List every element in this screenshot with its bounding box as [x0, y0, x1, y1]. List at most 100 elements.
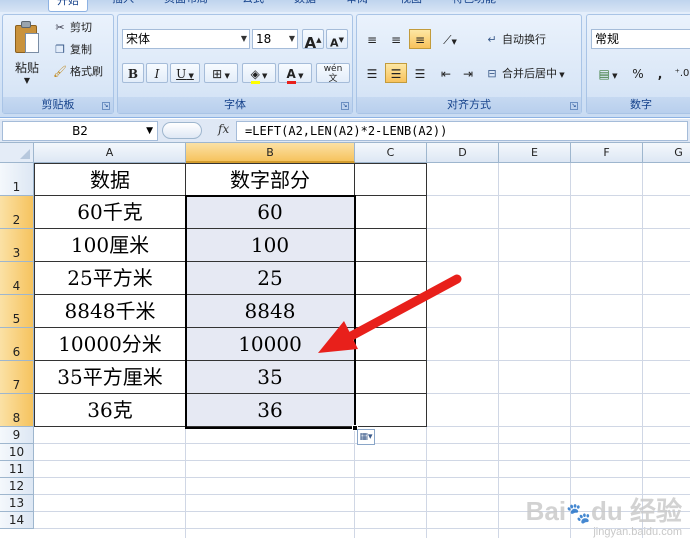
column-header-d[interactable]: D [427, 143, 499, 163]
cell-c8[interactable] [355, 394, 427, 427]
cell-c1[interactable] [355, 163, 427, 196]
align-middle-icon[interactable]: ≡ [385, 29, 407, 49]
column-header-c[interactable]: C [355, 143, 427, 163]
wrap-text-icon: ↵ [487, 33, 497, 46]
underline-button[interactable]: U ▼ [170, 63, 200, 83]
cell-c2[interactable] [355, 196, 427, 229]
cell-b7[interactable]: 35 [186, 361, 355, 394]
cell-a1[interactable]: 数据 [34, 163, 186, 196]
tab-home[interactable]: 开始 [48, 0, 88, 12]
formula-input[interactable]: =LEFT(A2,LEN(A2)*2-LENB(A2)) [236, 121, 688, 141]
row-header-6[interactable]: 6 [0, 328, 34, 361]
merge-center-button[interactable]: ⊟ 合并后居中 ▼ [485, 65, 564, 83]
cell-a6[interactable]: 10000分米 [34, 328, 186, 361]
row-header-2[interactable]: 2 [0, 196, 34, 229]
alignment-group-label: 对齐方式 [357, 97, 581, 113]
font-name-value: 宋体 [126, 32, 151, 46]
align-bottom-icon[interactable]: ≡ [409, 29, 431, 49]
alignment-launcher-icon[interactable]: ↘ [570, 102, 578, 110]
paste-button[interactable]: 粘贴 ▼ [7, 19, 47, 91]
format-painter-button[interactable]: 🖌 格式刷 [53, 63, 103, 81]
grow-font-button[interactable]: A▲ [302, 29, 324, 52]
scissors-icon: ✂ [55, 21, 65, 34]
font-name-select[interactable]: 宋体 ▼ [122, 29, 250, 49]
orientation-icon: ⟋ [443, 33, 452, 47]
shrink-font-button[interactable]: A▼ [326, 29, 348, 50]
currency-button[interactable]: ▤ ▼ [591, 63, 625, 83]
number-format-select[interactable]: 常规 [591, 29, 690, 49]
row-header-9[interactable]: 9 [0, 427, 34, 444]
tab-formulas[interactable]: 公式 [242, 0, 264, 12]
copy-button[interactable]: ❐ 复制 [53, 41, 92, 59]
bold-button[interactable]: B [122, 63, 144, 83]
clipboard-launcher-icon[interactable]: ↘ [102, 102, 110, 110]
cell-b8[interactable]: 36 [186, 394, 355, 427]
tab-page-layout[interactable]: 页面布局 [164, 0, 208, 12]
row-header-11[interactable]: 11 [0, 461, 34, 478]
column-header-b[interactable]: B [186, 143, 355, 163]
cell-b1[interactable]: 数字部分 [186, 163, 355, 196]
cell-b2[interactable]: 60 [186, 196, 355, 229]
align-center-icon[interactable]: ☰ [385, 63, 407, 83]
row-header-1[interactable]: 1 [0, 163, 34, 196]
increase-indent-icon[interactable]: ⇥ [457, 63, 479, 83]
underline-icon: U [176, 67, 187, 81]
paste-options-icon[interactable]: ▦▾ [357, 429, 375, 445]
column-header-e[interactable]: E [499, 143, 571, 163]
paste-dropdown-icon[interactable]: ▼ [7, 76, 47, 85]
alignment-group: ≡ ≡ ≡ ⟋▼ ↵ 自动换行 ☰ ☰ ☰ ⇤ ⇥ ⊟ 合并后居中 ▼ 对齐方式 ↘ [356, 14, 582, 114]
font-launcher-icon[interactable]: ↘ [341, 102, 349, 110]
tab-review[interactable]: 审阅 [346, 0, 368, 12]
paste-label: 粘贴 [14, 61, 39, 75]
row-header-5[interactable]: 5 [0, 295, 34, 328]
row-header-4[interactable]: 4 [0, 262, 34, 295]
align-top-icon[interactable]: ≡ [361, 29, 383, 49]
cell-a5[interactable]: 8848千米 [34, 295, 186, 328]
tab-special[interactable]: 特色功能 [452, 0, 496, 12]
paste-icon [13, 21, 41, 55]
cell-b3[interactable]: 100 [186, 229, 355, 262]
increase-decimal-icon[interactable]: ⁺.0 [671, 63, 690, 83]
row-header-13[interactable]: 13 [0, 495, 34, 512]
cell-a4[interactable]: 25平方米 [34, 262, 186, 295]
fill-color-button[interactable]: ◈ ▼ [242, 63, 276, 84]
column-header-f[interactable]: F [571, 143, 643, 163]
row-header-12[interactable]: 12 [0, 478, 34, 495]
select-all-button[interactable] [0, 143, 34, 163]
formula-bar-splitter[interactable] [162, 122, 202, 139]
phonetic-button[interactable]: wén 文 [316, 63, 350, 84]
row-header-14[interactable]: 14 [0, 512, 34, 529]
comma-button[interactable]: , [649, 63, 671, 83]
cell-a7[interactable]: 35平方厘米 [34, 361, 186, 394]
cell-a3[interactable]: 100厘米 [34, 229, 186, 262]
font-size-select[interactable]: 18 ▼ [252, 29, 298, 49]
tab-insert[interactable]: 插入 [112, 0, 134, 12]
name-box[interactable]: B2 ▼ [2, 121, 158, 141]
borders-button[interactable]: ⊞ ▼ [204, 63, 238, 83]
orientation-button[interactable]: ⟋▼ [435, 29, 465, 49]
row-header-8[interactable]: 8 [0, 394, 34, 427]
align-right-icon[interactable]: ☰ [409, 63, 431, 83]
tab-data[interactable]: 数据 [294, 0, 316, 12]
tab-view[interactable]: 视图 [400, 0, 422, 12]
italic-button[interactable]: I [146, 63, 168, 83]
row-header-7[interactable]: 7 [0, 361, 34, 394]
row-header-3[interactable]: 3 [0, 229, 34, 262]
merge-center-label: 合并后居中 [502, 67, 557, 80]
cell-c7[interactable] [355, 361, 427, 394]
cell-a2[interactable]: 60千克 [34, 196, 186, 229]
align-left-icon[interactable]: ☰ [361, 63, 383, 83]
cut-button[interactable]: ✂ 剪切 [53, 19, 92, 37]
column-header-g[interactable]: G [643, 143, 690, 163]
row-header-10[interactable]: 10 [0, 444, 34, 461]
percent-button[interactable]: % [627, 63, 649, 83]
font-color-button[interactable]: A ▼ [278, 63, 312, 84]
number-group-label: 数字 [587, 97, 690, 113]
brush-icon: 🖌 [53, 65, 67, 78]
cell-a8[interactable]: 36克 [34, 394, 186, 427]
column-header-a[interactable]: A [34, 143, 186, 163]
decrease-indent-icon[interactable]: ⇤ [435, 63, 457, 83]
insert-function-icon[interactable]: fx [218, 122, 229, 136]
wrap-text-button[interactable]: ↵ 自动换行 [485, 31, 546, 49]
cell-c3[interactable] [355, 229, 427, 262]
